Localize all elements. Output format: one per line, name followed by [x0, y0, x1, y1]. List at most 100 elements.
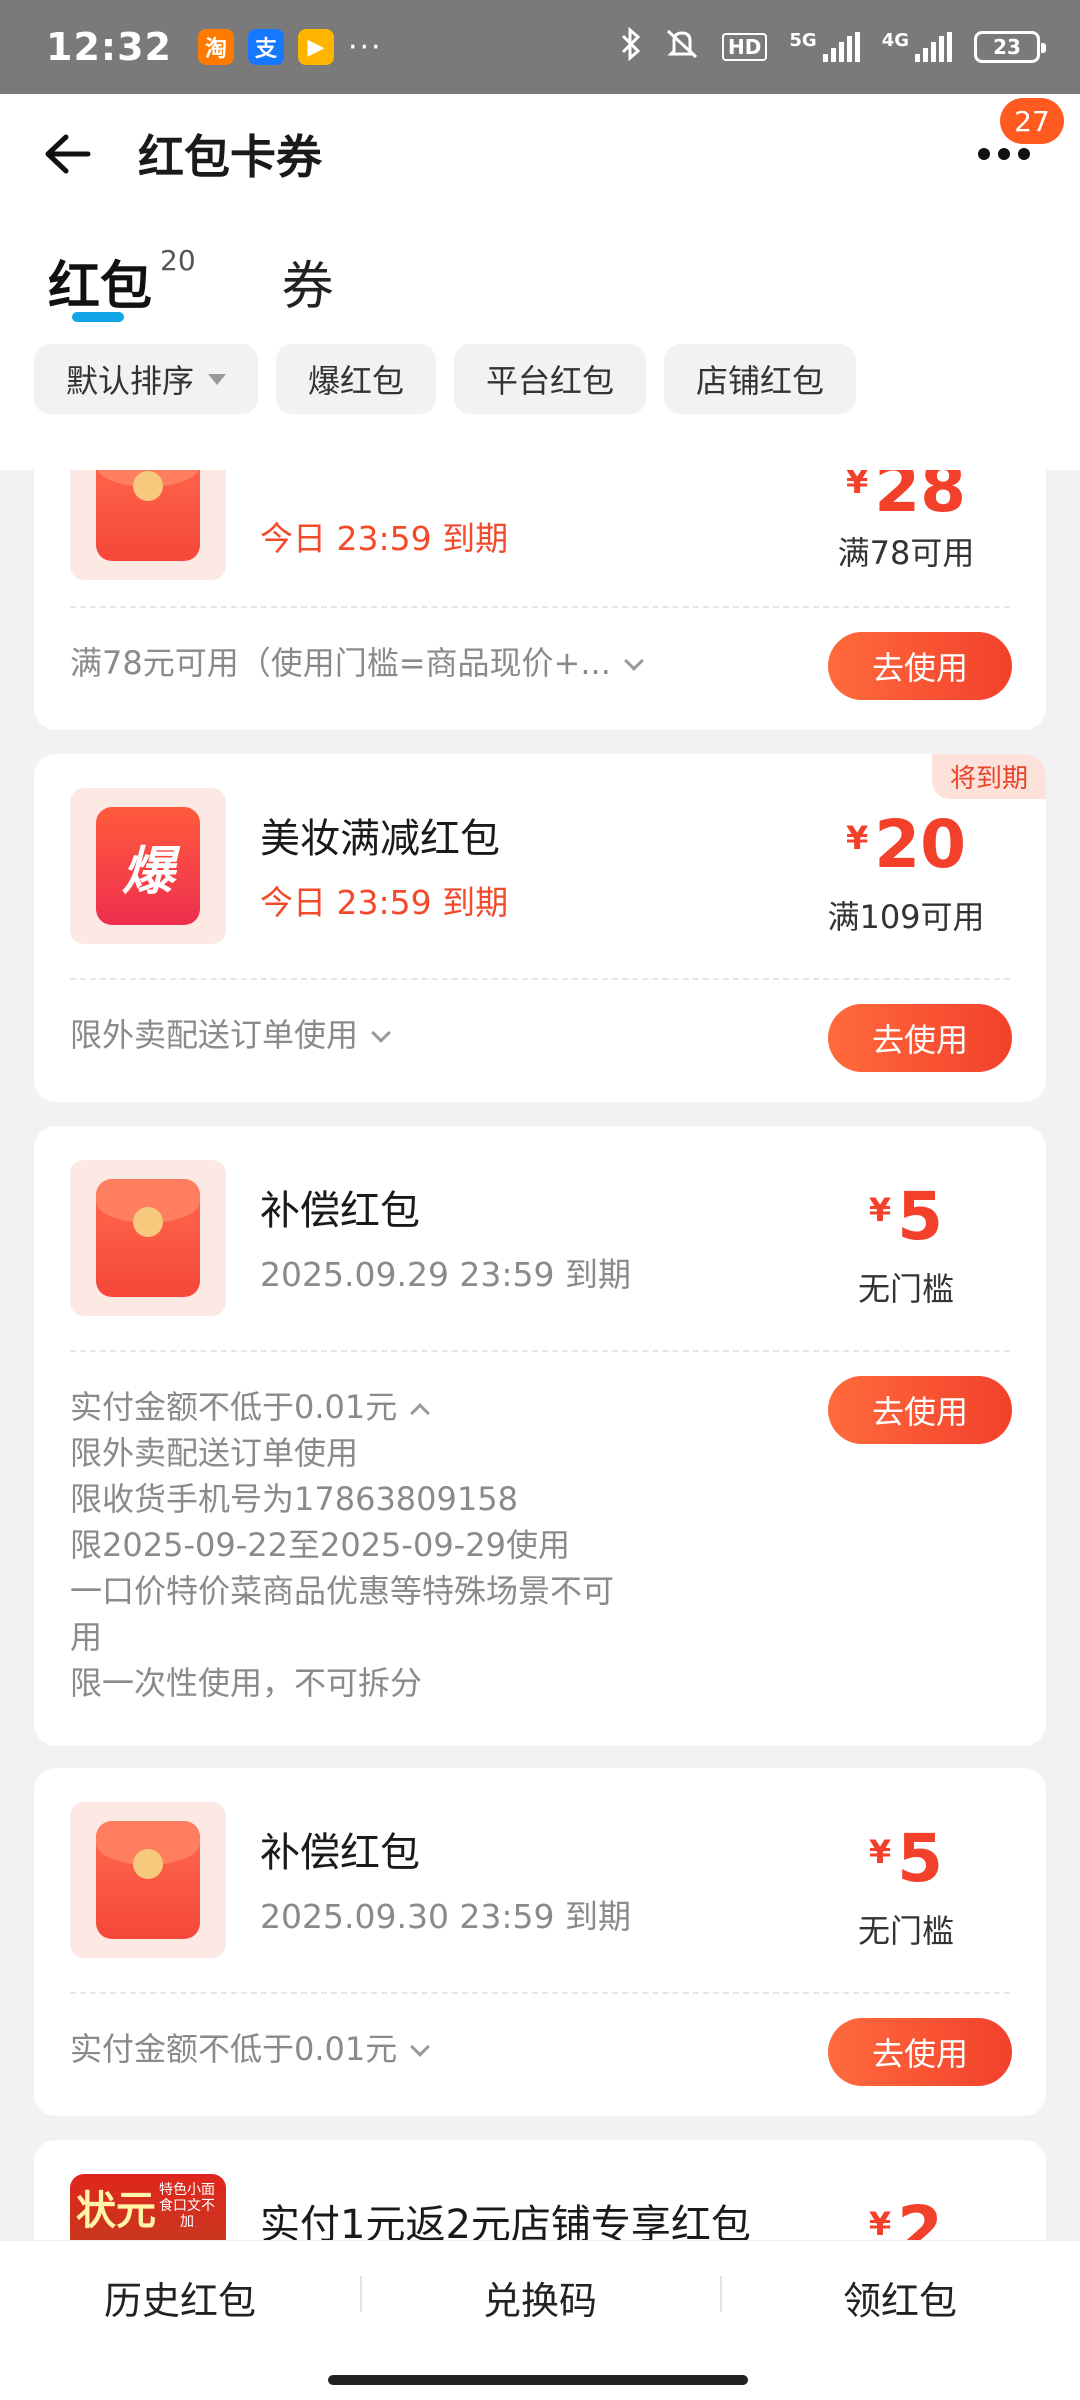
packet-amount: ¥5: [806, 1178, 1006, 1255]
tab-red-packets[interactable]: 红包 20: [48, 243, 196, 322]
amount-value: 28: [874, 470, 967, 527]
packet-name: 实付1元返2元店铺专享红包: [260, 2202, 751, 2240]
filter-chip-hot[interactable]: 爆红包: [276, 344, 437, 414]
packet-expiry: 2025.09.29 23:59 到期: [260, 1255, 632, 1294]
red-packet-card: 今日 23:59 到期 ¥28 满78可用 满78元可用（使用门槛=商品现价+.…: [34, 470, 1046, 730]
use-button[interactable]: 去使用: [828, 1004, 1012, 1072]
currency-symbol: ¥: [868, 2205, 892, 2240]
sort-dropdown[interactable]: 默认排序: [34, 344, 259, 414]
red-packet-card: 将到期 爆 美妆满减红包 今日 23:59 到期 ¥20 满109可用 限外卖配…: [34, 754, 1046, 1102]
bottom-action-bar: 历史红包 兑换码 领红包: [0, 2240, 1080, 2400]
chip-label: 平台红包: [486, 362, 615, 400]
packet-rule[interactable]: 满78元可用（使用门槛=商品现价+...: [70, 640, 644, 686]
currency-symbol: ¥: [868, 1191, 892, 1229]
caret-down-icon: [208, 373, 227, 385]
back-arrow-icon[interactable]: [40, 127, 94, 181]
filter-chips: 默认排序 爆红包 平台红包 店铺红包: [0, 344, 1080, 414]
active-tab-indicator: [72, 312, 124, 322]
chevron-up-icon: [410, 1403, 431, 1423]
rule-text: 一口价特价菜商品优惠等特殊场景不可: [70, 1572, 615, 1610]
signal-5g-icon: [822, 32, 860, 62]
chevron-down-icon: [371, 1023, 391, 1043]
red-envelope-icon: [70, 1802, 226, 1958]
packet-rules-expanded[interactable]: 实付金额不低于0.01元 限外卖配送订单使用 限收货手机号为1786380915…: [70, 1384, 614, 1706]
packet-amount: ¥5: [806, 1820, 1006, 1897]
video-app-icon: ▶: [297, 29, 334, 65]
hot-packet-icon: 爆: [70, 788, 226, 944]
packet-expiry: 2025.09.30 23:59 到期: [260, 1897, 632, 1936]
rule-text: 限一次性使用，不可拆分: [70, 1664, 423, 1702]
packet-expiry: 今日 23:59 到期: [260, 883, 509, 922]
tab-label: 券: [281, 257, 334, 317]
claim-packets-button[interactable]: 领红包: [720, 2270, 1080, 2325]
amount-value: 5: [897, 1820, 944, 1897]
hd-voice-icon: HD: [722, 33, 768, 61]
tab-coupons[interactable]: 券: [282, 244, 334, 319]
packet-name: 补偿红包: [260, 1188, 420, 1234]
rule-text: 实付金额不低于0.01元: [70, 2030, 398, 2068]
card-divider: [70, 978, 1010, 980]
use-button[interactable]: 去使用: [828, 632, 1012, 700]
battery-level: 23: [993, 35, 1021, 59]
rule-text: 满78元可用（使用门槛=商品现价+...: [70, 644, 611, 682]
packet-name: 补偿红包: [260, 1830, 420, 1876]
red-packet-card: 补偿红包 2025.09.29 23:59 到期 ¥5 无门槛 实付金额不低于0…: [34, 1126, 1046, 1746]
status-indicators: HD 5G 4G 23: [620, 26, 1046, 68]
more-dot-icon: [1018, 148, 1030, 160]
battery-icon: 23: [974, 31, 1046, 63]
more-notifications-icon: ···: [347, 29, 383, 65]
packet-rule[interactable]: 实付金额不低于0.01元: [70, 2026, 431, 2072]
status-time: 12:32: [46, 25, 172, 69]
card-divider: [70, 606, 1010, 608]
card-divider: [70, 1992, 1010, 1994]
store-logo-subtext: 特色小面 食口文不加: [159, 2182, 215, 2230]
packet-rule[interactable]: 限外卖配送订单使用: [70, 1012, 391, 1058]
amount-value: 5: [897, 1178, 944, 1255]
hot-packet-label: 爆: [96, 807, 200, 925]
rule-text: 限外卖配送订单使用: [70, 1434, 359, 1472]
more-dot-icon: [978, 148, 990, 160]
page-header: 红包卡券 27 红包 20 券 默认排序 爆红包 平台红包 店铺红包: [0, 94, 1080, 470]
expiring-tag: 将到期: [931, 754, 1046, 799]
amount-value: 20: [874, 806, 967, 883]
rule-text: 限2025-09-22至2025-09-29使用: [70, 1526, 570, 1564]
more-options-button[interactable]: 27: [978, 98, 1064, 160]
rule-text: 限外卖配送订单使用: [70, 1016, 359, 1054]
filter-chip-store[interactable]: 店铺红包: [664, 344, 857, 414]
currency-symbol: ¥: [868, 1833, 892, 1871]
use-button[interactable]: 去使用: [828, 1376, 1012, 1444]
packet-condition: 满109可用: [827, 898, 985, 936]
red-packet-card: 补偿红包 2025.09.30 23:59 到期 ¥5 无门槛 实付金额不低于0…: [34, 1768, 1046, 2116]
more-dot-icon: [998, 148, 1010, 160]
nav-bar: 红包卡券 27: [0, 94, 1080, 214]
notification-icons: 淘 支 ▶: [197, 29, 334, 65]
chevron-down-icon: [410, 2037, 431, 2057]
network-5g: 5G: [789, 29, 817, 51]
chip-label: 爆红包: [308, 362, 405, 400]
red-packet-card: 状元 特色小面 食口文不加 实付1元返2元店铺专享红包 ¥2: [34, 2140, 1046, 2240]
use-button[interactable]: 去使用: [828, 2018, 1012, 2086]
rule-text: 用: [70, 1618, 103, 1656]
packet-condition: 无门槛: [857, 1912, 954, 1950]
packet-amount: ¥20: [806, 806, 1006, 883]
network-4g: 4G: [881, 29, 909, 51]
packet-condition: 无门槛: [857, 1270, 954, 1308]
mute-icon: [664, 27, 700, 68]
red-packet-list[interactable]: 今日 23:59 到期 ¥28 满78可用 满78元可用（使用门槛=商品现价+.…: [0, 470, 1080, 2240]
sort-label: 默认排序: [66, 362, 195, 400]
card-divider: [70, 1350, 1010, 1352]
packet-expiry: 今日 23:59 到期: [260, 519, 509, 558]
packet-name: 美妆满减红包: [260, 816, 500, 862]
redeem-code-button[interactable]: 兑换码: [360, 2270, 720, 2325]
chevron-down-icon: [623, 651, 644, 671]
filter-chip-platform[interactable]: 平台红包: [454, 344, 647, 414]
red-envelope-icon: [70, 470, 226, 580]
currency-symbol: ¥: [845, 819, 869, 857]
packet-amount: ¥28: [806, 470, 1006, 527]
history-packets-button[interactable]: 历史红包: [0, 2270, 360, 2325]
home-indicator[interactable]: [328, 2375, 748, 2385]
page-title: 红包卡券: [138, 130, 322, 184]
chip-label: 店铺红包: [696, 362, 825, 400]
packet-condition: 满78可用: [837, 534, 975, 572]
tab-count: 20: [160, 243, 196, 277]
